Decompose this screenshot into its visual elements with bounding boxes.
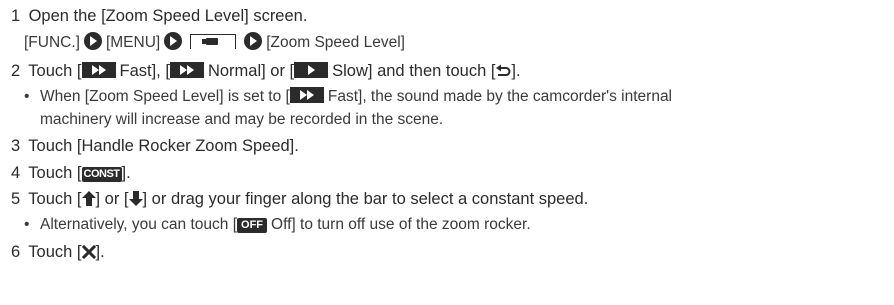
off-icon: OFF bbox=[237, 218, 268, 233]
slow-speed-icon bbox=[294, 62, 329, 78]
step-number: 1 bbox=[11, 7, 21, 25]
step-2-note-cont: machinery will increase and may be recor… bbox=[40, 110, 443, 130]
arrow-right-icon bbox=[244, 32, 263, 50]
step-6: 6 Touch []. bbox=[11, 242, 105, 262]
target-label: [Zoom Speed Level] bbox=[266, 34, 405, 51]
step-number: 6 bbox=[11, 243, 21, 261]
menu-path: [FUNC.] [MENU] [Zoom Speed Level] bbox=[24, 32, 405, 53]
step-number: 5 bbox=[11, 190, 21, 208]
note-text-post: ], the sound made by the camcorder's int… bbox=[358, 88, 673, 105]
fast-speed-icon bbox=[81, 62, 116, 78]
menu-label: [MENU] bbox=[105, 34, 161, 51]
step-text-pre: Touch [ bbox=[28, 62, 82, 80]
func-label: [FUNC.] bbox=[24, 34, 80, 51]
step-text: Touch [Handle Rocker Zoom Speed]. bbox=[28, 137, 299, 155]
constant-speed-icon: CONST bbox=[81, 167, 122, 182]
bullet: • bbox=[24, 216, 30, 233]
fast-label: Fast bbox=[327, 88, 359, 105]
step-2: 2 Touch [ Fast], [ Normal] or [ Slow] and t… bbox=[11, 61, 521, 81]
step-number: 2 bbox=[11, 62, 21, 80]
fast-label: Fast bbox=[119, 62, 152, 80]
step-5-note: • Alternatively, you can touch [OFF Off] t… bbox=[24, 215, 531, 235]
slow-label: Slow bbox=[332, 62, 368, 80]
step-text-pre: Touch [ bbox=[28, 164, 82, 182]
separator: ] or [ bbox=[261, 62, 295, 80]
note-text-pre: Alternatively, you can touch [ bbox=[40, 216, 238, 233]
step-number: 3 bbox=[11, 137, 21, 155]
bullet: • bbox=[24, 88, 30, 105]
step-text: Open the [Zoom Speed Level] screen. bbox=[28, 7, 308, 25]
normal-speed-icon bbox=[169, 62, 204, 78]
step-text-post: ] or drag your finger along the bar to s… bbox=[142, 190, 589, 208]
step-text-pre: Touch [ bbox=[28, 243, 82, 261]
note-text-pre: When [Zoom Speed Level] is set to [ bbox=[40, 88, 290, 105]
normal-label: Normal bbox=[207, 62, 262, 80]
fast-speed-icon bbox=[289, 87, 324, 103]
note-text-post: ] to turn off use of the zoom rocker. bbox=[291, 216, 531, 233]
step-3: 3 Touch [Handle Rocker Zoom Speed]. bbox=[11, 136, 299, 156]
up-arrow-icon bbox=[81, 191, 96, 206]
step-text-mid: ] or [ bbox=[95, 190, 129, 208]
arrow-right-icon bbox=[164, 32, 183, 50]
step-5: 5 Touch [ ] or [ ] or drag your finger alo… bbox=[11, 189, 588, 209]
separator: ], [ bbox=[151, 62, 170, 80]
step-number: 4 bbox=[11, 164, 21, 182]
off-label: Off bbox=[271, 216, 292, 233]
step-4: 4 Touch [CONST]. bbox=[11, 163, 131, 183]
down-arrow-icon bbox=[128, 191, 143, 206]
step-text-post: ] and then touch [ bbox=[367, 62, 496, 80]
step-1: 1 Open the [Zoom Speed Level] screen. bbox=[11, 6, 307, 26]
step-text-post: ]. bbox=[95, 243, 105, 261]
camera-tab-icon bbox=[190, 34, 237, 49]
step-2-note: • When [Zoom Speed Level] is set to [ Fast… bbox=[24, 87, 672, 107]
close-icon bbox=[81, 245, 96, 259]
step-text-end: ]. bbox=[511, 62, 521, 80]
arrow-right-icon bbox=[83, 32, 102, 50]
note-text-cont: machinery will increase and may be recor… bbox=[40, 111, 444, 128]
step-text-post: ]. bbox=[121, 164, 131, 182]
return-icon bbox=[496, 64, 511, 76]
step-text-pre: Touch [ bbox=[28, 190, 82, 208]
